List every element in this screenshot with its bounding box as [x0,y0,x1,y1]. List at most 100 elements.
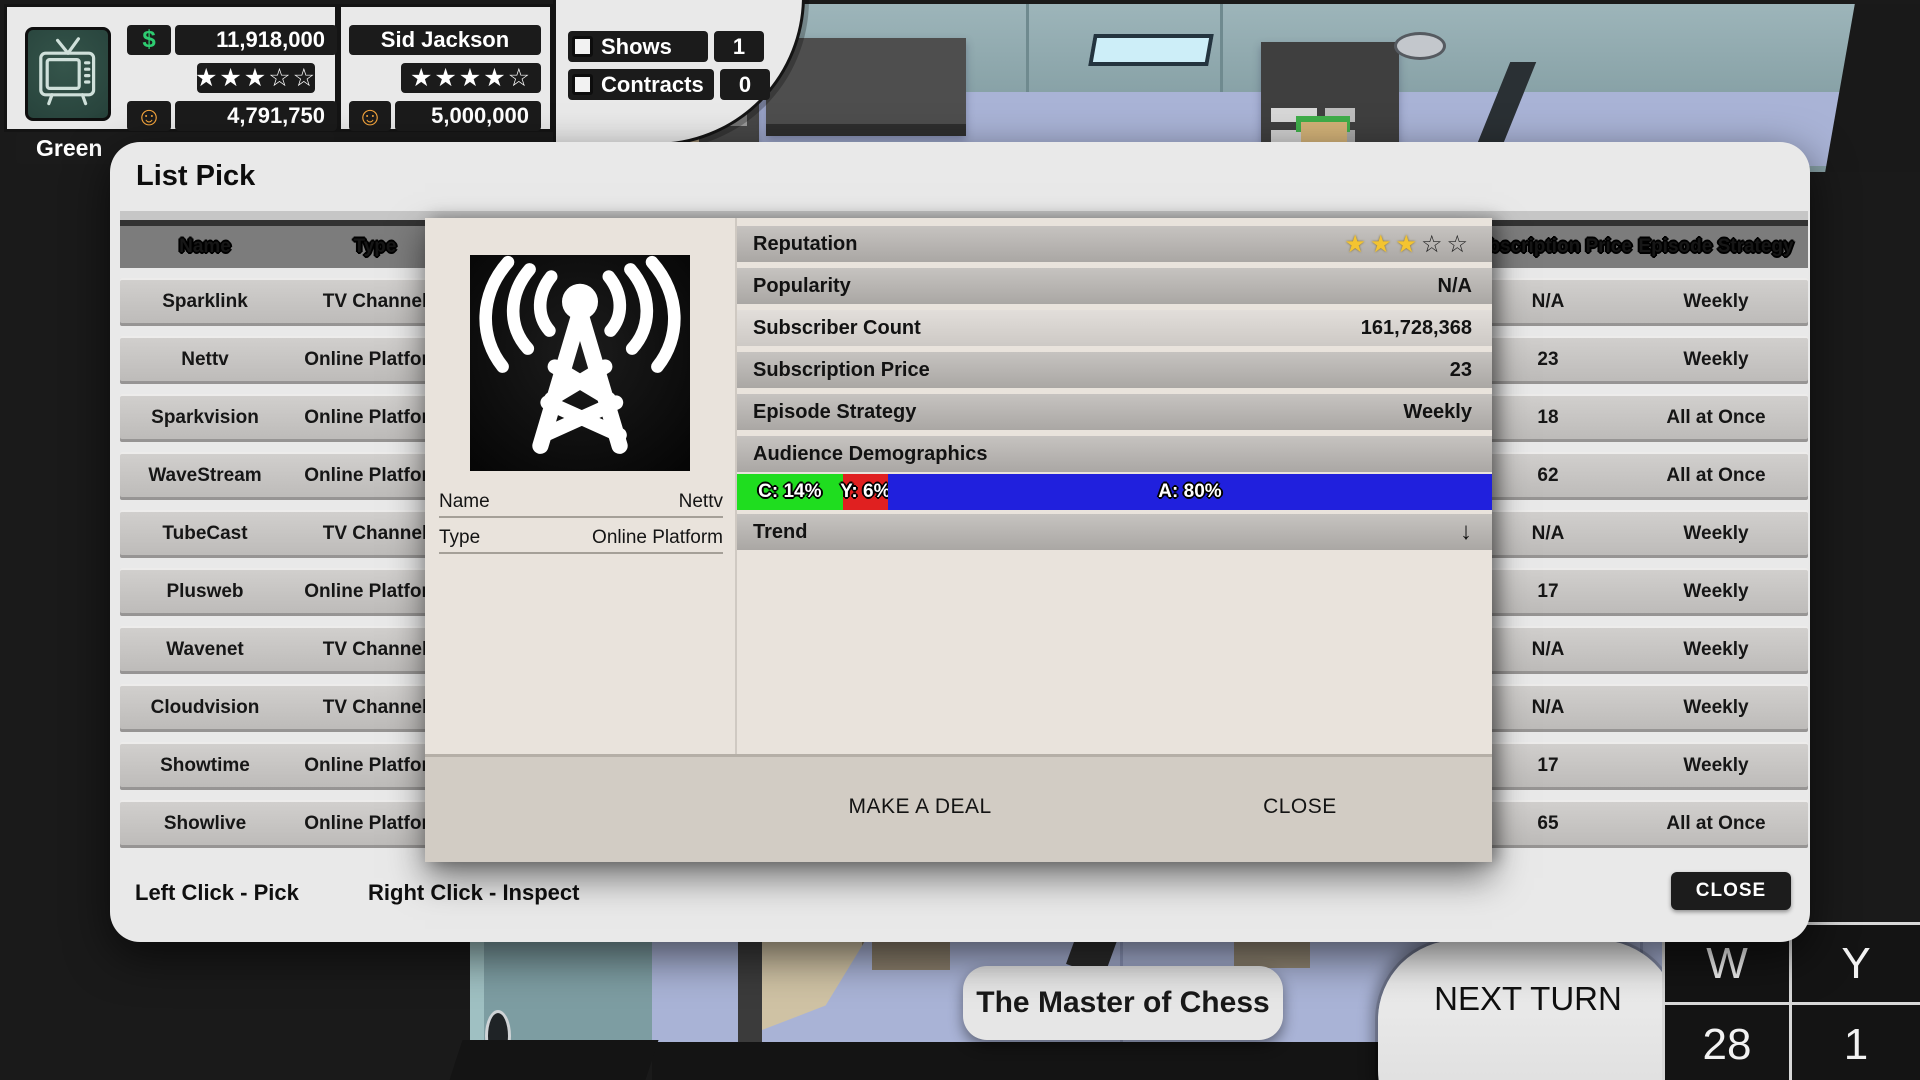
hint-left-click: Left Click - Pick [135,880,299,906]
demographics-segment-adults: A: 80% [888,474,1492,510]
calendar-year-value: 1 [1792,1005,1920,1080]
wall-clock [1394,32,1446,60]
shows-count: 1 [714,31,764,62]
shows-label: Shows [601,34,672,60]
subscriber-label: Subscriber Count [753,317,921,340]
row-name: Plusweb [120,568,290,616]
inspect-panel: Name Nettv Type Online Platform Reputati… [425,218,1492,862]
row-name: Cloudvision [120,684,290,732]
studio-happiness-value: 4,791,750 [175,101,337,131]
row-name: WaveStream [120,452,290,500]
studio-stars: ★★★☆☆ [197,63,315,93]
row-strategy: All at Once [1624,452,1808,500]
subscriber-value: 161,728,368 [1361,317,1472,340]
happy-face-icon: ☺ [136,103,163,129]
money-badge: $ [127,25,171,55]
column-header-episode-strategy: Episode Strategy [1624,226,1808,268]
next-turn-button[interactable]: NEXT TURN [1378,940,1678,1080]
talent-happiness-value: 5,000,000 [395,101,541,131]
inspect-close-button[interactable]: CLOSE [1263,795,1337,819]
row-strategy: Weekly [1624,278,1808,326]
name-value: Nettv [679,491,723,513]
stars-filled: ★★★ [195,63,268,93]
subscription-price-row: Subscription Price 23 [737,352,1492,388]
list-pick-dialog: List Pick Name Type Subscription Price E… [110,142,1810,942]
stars-filled: ★★★ [1344,231,1421,258]
reputation-stars: ★★★☆☆ [1344,230,1472,259]
ceiling-beam [1220,4,1223,92]
demographics-segment-youth: Y: 6% [843,474,888,510]
row-name: Sparklink [120,278,290,326]
inspect-name-row: Name Nettv [439,488,723,518]
subscriber-count-row: Subscriber Count 161,728,368 [737,310,1492,346]
studio-panel: $ 11,918,000 ★★★☆☆ ☺ 4,791,750 [4,4,338,132]
talent-stars: ★★★★☆ [401,63,541,93]
happiness-badge: ☺ [349,101,391,131]
contracts-count: 0 [720,69,770,100]
name-label: Name [439,491,490,513]
demographics-segment-children: C: 14% [737,474,843,510]
studio-money-value: 11,918,000 [175,25,337,55]
door-frame [738,936,762,1042]
talent-name: Sid Jackson [349,25,541,55]
shows-toggle[interactable]: Shows [568,31,708,62]
happy-face-icon: ☺ [357,103,384,129]
price-value: 23 [1450,359,1472,382]
row-name: Showtime [120,742,290,790]
episode-strategy-row: Episode Strategy Weekly [737,394,1492,430]
hint-right-click: Right Click - Inspect [368,880,579,906]
row-strategy: Weekly [1624,568,1808,616]
next-turn-label: NEXT TURN [1378,980,1678,1018]
scene-floor [450,1040,659,1080]
strategy-value: Weekly [1403,401,1472,424]
row-name: Wavenet [120,626,290,674]
calendar-week-value: 28 [1665,1005,1789,1080]
make-a-deal-button[interactable]: MAKE A DEAL [848,795,991,819]
happiness-badge: ☺ [127,101,171,131]
row-strategy: Weekly [1624,684,1808,732]
calendar-year-label: Y [1792,925,1920,1002]
contracts-toggle[interactable]: Contracts [568,69,714,100]
inspect-type-row: Type Online Platform [439,524,723,554]
stars-empty: ☆ [508,63,532,93]
row-name: Sparkvision [120,394,290,442]
calendar-widget: W Y 28 1 [1662,922,1920,1080]
demographics-header-row: Audience Demographics [737,436,1492,472]
contracts-checkbox[interactable] [572,74,593,95]
scene-wall-cabinet [766,38,966,136]
row-strategy: Weekly [1624,336,1808,384]
ceiling-beam [1026,4,1029,92]
scene-window [1088,34,1214,66]
show-name-label: The Master of Chess [963,966,1283,1040]
trend-label: Trend [753,521,807,544]
row-name: Nettv [120,336,290,384]
dialog-close-button[interactable]: CLOSE [1671,872,1791,910]
talent-panel: Sid Jackson ★★★★☆ ☺ 5,000,000 [338,4,553,132]
reputation-row: Reputation ★★★☆☆ [737,226,1492,262]
row-name: Showlive [120,800,290,848]
contracts-label: Contracts [601,72,704,98]
type-label: Type [439,527,480,549]
popularity-label: Popularity [753,275,851,298]
scene-dark-corner [1825,4,1920,172]
stars-empty: ☆☆ [268,63,317,93]
broadcast-antenna-icon [470,255,690,471]
dialog-title: List Pick [136,160,255,193]
inspect-footer: MAKE A DEAL CLOSE [425,754,1492,862]
shows-checkbox[interactable] [572,36,593,57]
row-strategy: All at Once [1624,394,1808,442]
popularity-value: N/A [1438,275,1472,298]
trend-row: Trend ↓ [737,514,1492,550]
row-name: TubeCast [120,510,290,558]
game-screen: $ 11,918,000 ★★★☆☆ ☺ 4,791,750 Sid Jacks… [0,0,1920,1080]
stars-empty: ☆☆ [1421,231,1472,258]
demographics-label: Audience Demographics [753,443,988,466]
row-strategy: Weekly [1624,510,1808,558]
popularity-row: Popularity N/A [737,268,1492,304]
price-label: Subscription Price [753,359,930,382]
column-header-name: Name [120,226,290,268]
demographics-bar: C: 14% Y: 6% A: 80% [737,474,1492,510]
trend-down-icon: ↓ [1460,518,1472,546]
row-strategy: All at Once [1624,800,1808,848]
reputation-label: Reputation [753,233,857,256]
